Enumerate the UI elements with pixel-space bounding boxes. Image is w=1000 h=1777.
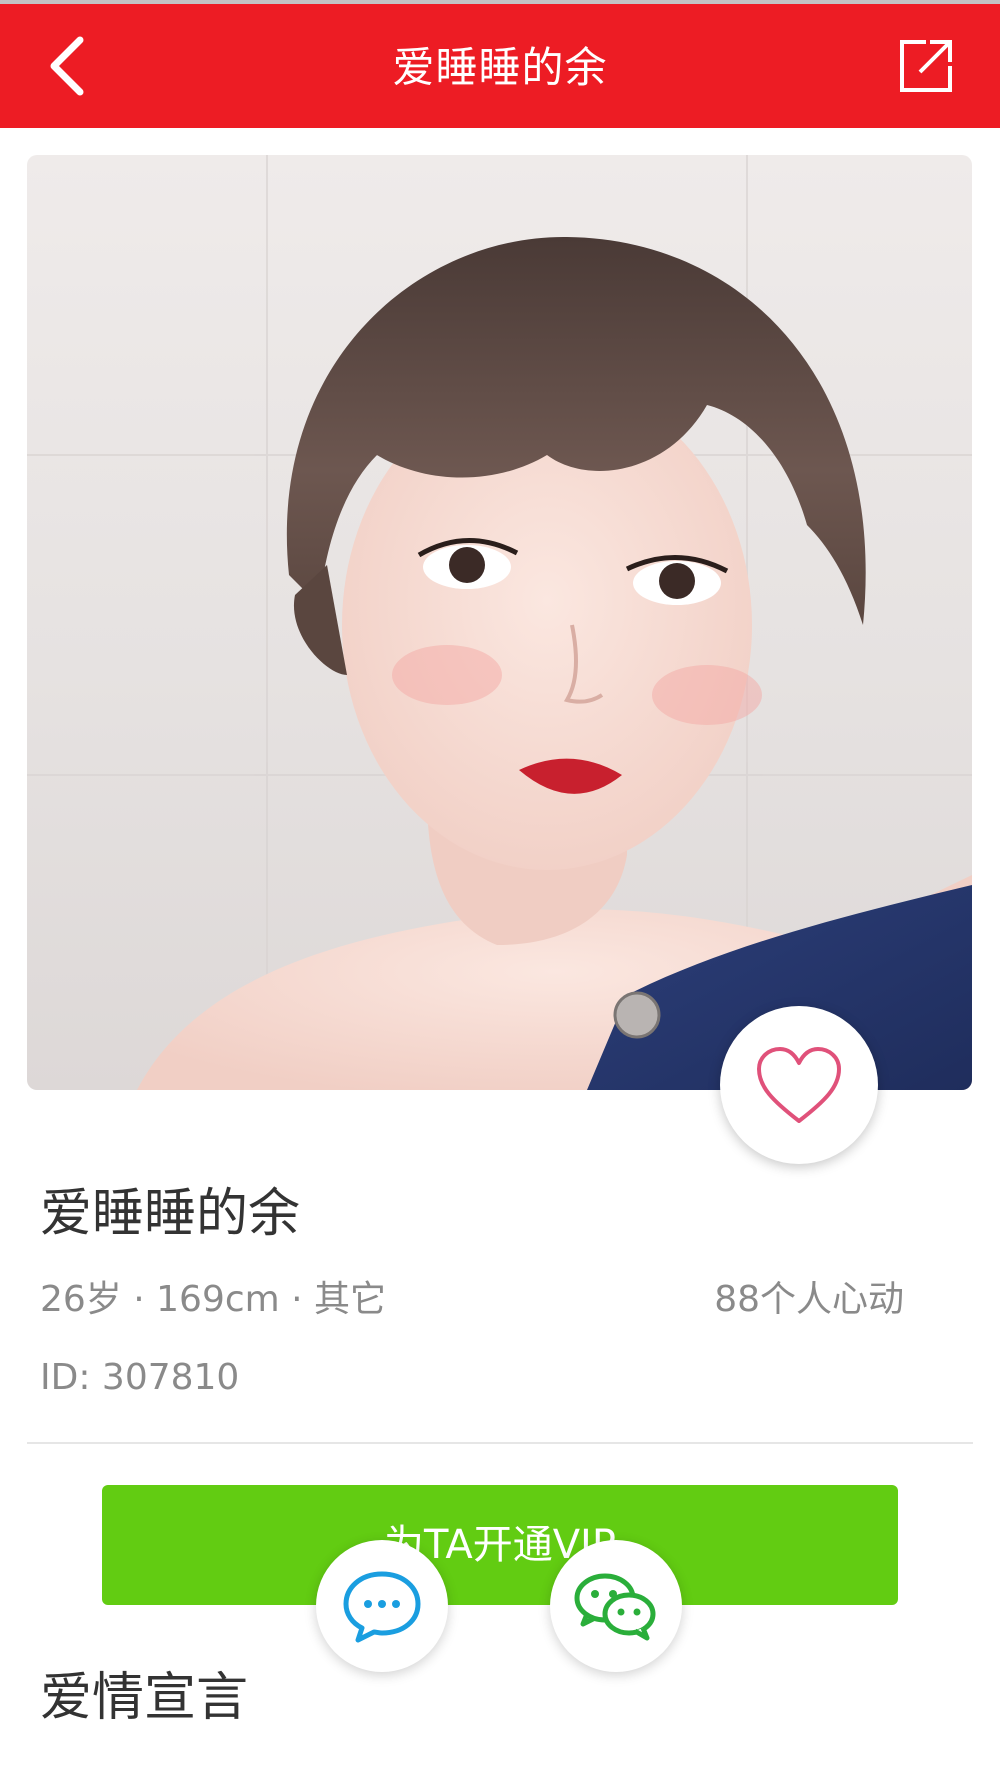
likes-count: 88个人心动 <box>714 1279 904 1320</box>
wechat-button[interactable] <box>550 1540 682 1672</box>
profile-name: 爱睡睡的余 <box>40 1184 301 1244</box>
divider <box>27 1442 973 1444</box>
wechat-icon <box>574 1573 656 1641</box>
profile-meta: 26岁 · 169cm · 其它 <box>40 1279 387 1320</box>
chat-button[interactable] <box>316 1540 448 1672</box>
chat-bubble-icon <box>343 1571 421 1643</box>
open-vip-button[interactable]: 为TA开通VIP <box>102 1485 898 1605</box>
heart-outline-icon <box>757 1047 841 1123</box>
share-external-icon <box>900 40 952 92</box>
share-button[interactable] <box>890 30 962 102</box>
profile-photo[interactable] <box>27 155 972 1090</box>
page-title: 爱睡睡的余 <box>392 43 608 92</box>
love-declaration-title: 爱情宣言 <box>40 1668 249 1728</box>
like-button[interactable] <box>720 1006 878 1164</box>
profile-id: ID: 307810 <box>40 1357 240 1398</box>
top-bar: 爱睡睡的余 <box>0 0 1000 128</box>
